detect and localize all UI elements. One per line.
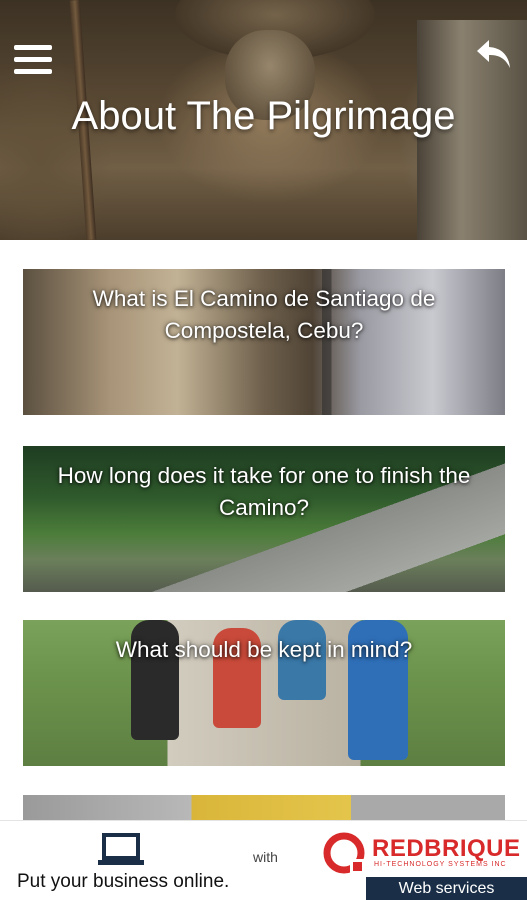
ad-service-label: Web services xyxy=(366,877,527,900)
redbrique-logo-icon xyxy=(323,832,365,874)
page-title: About The Pilgrimage xyxy=(71,94,456,138)
card-title: What should be kept in mind? xyxy=(115,637,413,662)
ad-brand-name: REDBRIQUE xyxy=(372,835,521,862)
laptop-icon xyxy=(98,833,144,865)
ad-tagline: Put your business online. xyxy=(17,871,230,892)
header-banner: About The Pilgrimage xyxy=(0,0,527,240)
ad-connector-text: with xyxy=(253,849,278,865)
card-title: How long does it take for one to finish … xyxy=(57,463,471,520)
ad-banner[interactable]: Put your business online. with REDBRIQUE… xyxy=(0,820,527,900)
card-title: What is El Camino de Santiago de Compost… xyxy=(92,286,436,343)
back-arrow-icon[interactable] xyxy=(473,36,515,76)
hamburger-menu-icon[interactable] xyxy=(14,45,52,77)
faq-card-what-is-camino[interactable]: What is El Camino de Santiago de Compost… xyxy=(23,269,505,415)
faq-card-kept-in-mind[interactable]: What should be kept in mind? xyxy=(23,620,505,766)
ad-brand-subtitle: HI-TECHNOLOGY SYSTEMS INC xyxy=(374,861,507,868)
faq-card-how-long[interactable]: How long does it take for one to finish … xyxy=(23,446,505,592)
